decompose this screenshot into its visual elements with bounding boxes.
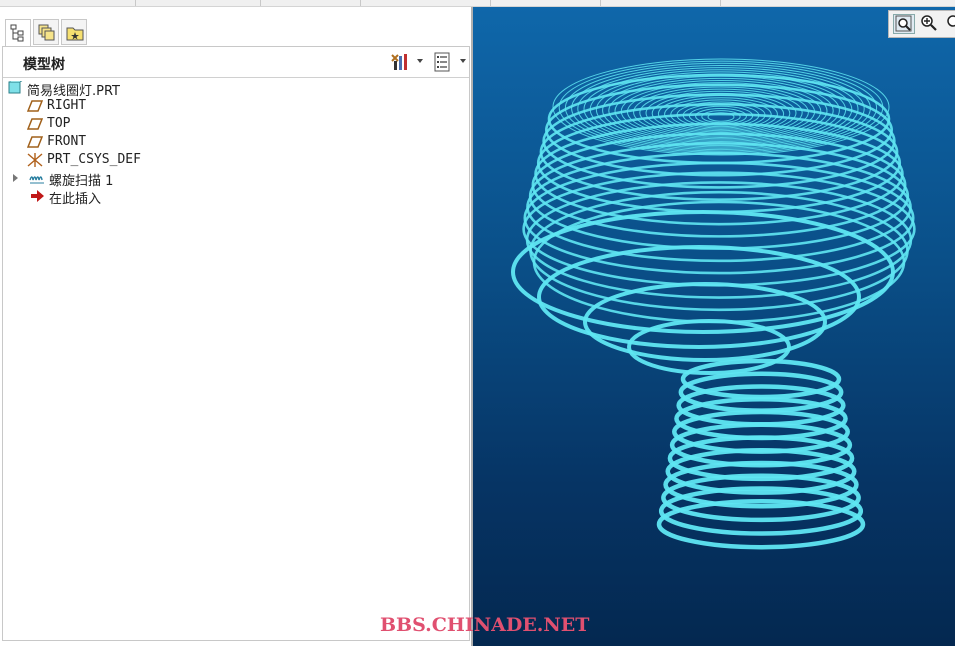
list-options-icon [434,52,450,72]
navigator-tabs [0,7,472,47]
top-toolbar-strip [0,0,955,7]
tree-item-csys[interactable]: PRT_CSYS_DEF [3,151,469,169]
show-options-button[interactable] [433,52,469,72]
tree-item-right-plane[interactable]: RIGHT [3,97,469,115]
model-tree-panel: 模型树 简易线圈灯.PRT RIGHT TOP FRONT PRT_CSYS_D… [2,46,470,641]
settings-button[interactable] [389,52,425,72]
zoom-fit-button[interactable] [893,14,915,34]
tree-item-label: FRONT [47,134,87,149]
tree-item-part[interactable]: 简易线圈灯.PRT [3,79,469,99]
zoom-fit-icon [895,15,912,32]
coordinate-system-icon [27,153,43,167]
navigator-panel: 模型树 简易线圈灯.PRT RIGHT TOP FRONT PRT_CSYS_D… [0,7,472,646]
tree-item-label: RIGHT [47,98,87,113]
model-tree-title: 模型树 [23,57,65,73]
tree-item-top-plane[interactable]: TOP [3,115,469,133]
folder-favorites-icon [66,27,84,41]
layers-icon [38,24,55,41]
watermark: BBS.CHINADE.NET [380,614,590,636]
shade-coil-turn [522,171,916,287]
shade-coil-turn [529,190,909,312]
part-icon [8,81,23,94]
helical-sweep-icon [29,176,44,184]
chevron-down-icon [460,59,466,63]
datum-plane-icon [27,118,43,130]
expand-arrow-icon[interactable] [13,174,18,182]
tools-icon [391,54,407,70]
model-tree: 简易线圈灯.PRT RIGHT TOP FRONT PRT_CSYS_DEF 螺… [3,79,469,207]
datum-plane-icon [27,100,43,112]
datum-plane-icon [27,136,43,148]
view-toolbar [888,10,955,38]
insert-here-arrow-icon [31,190,44,202]
favorites-tab[interactable] [61,19,87,45]
layer-tree-tab[interactable] [33,19,59,45]
helical-coil-lamp-model [511,58,916,550]
tree-item-label: TOP [47,116,71,131]
tree-item-label: 在此插入 [49,192,102,207]
zoom-in-button[interactable] [919,14,941,34]
tree-item-front-plane[interactable]: FRONT [3,133,469,151]
tree-item-insert-here[interactable]: 在此插入 [3,187,469,207]
tree-item-helical-sweep[interactable]: 螺旋扫描 1 [3,169,469,189]
tree-item-label: PRT_CSYS_DEF [47,152,141,167]
chevron-down-icon [417,59,423,63]
shade-coil-turn [523,161,915,275]
model-tree-tab[interactable] [5,19,31,47]
model-tree-header: 模型树 [3,47,469,78]
zoom-out-icon [947,15,955,27]
zoom-out-button[interactable] [945,14,955,34]
zoom-in-icon [921,15,937,31]
model-tree-icon [10,24,24,42]
graphics-viewport[interactable] [473,7,955,646]
